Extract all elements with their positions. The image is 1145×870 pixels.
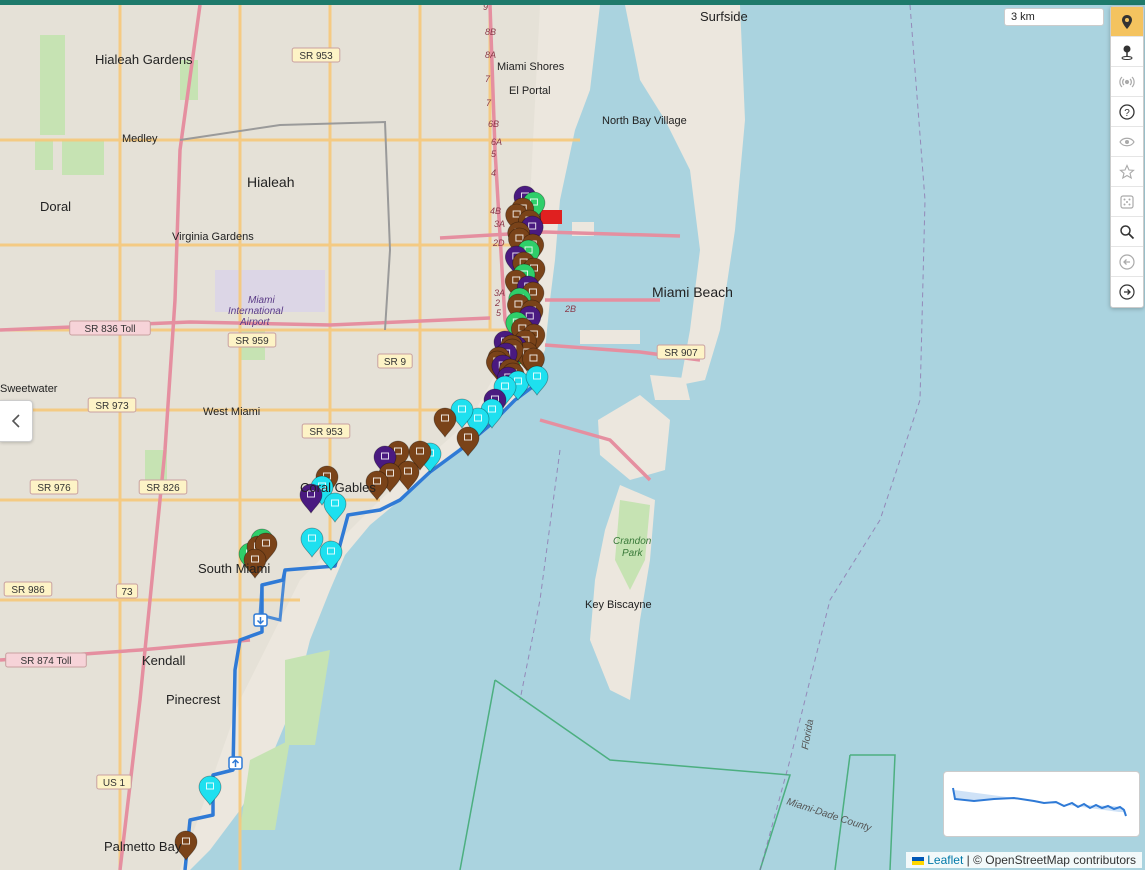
exit-label: 3A	[494, 288, 505, 298]
road-shield: SR 826	[138, 479, 188, 495]
exit-label: 8A	[485, 50, 496, 60]
svg-text:SR 959: SR 959	[235, 336, 269, 347]
scale-indicator[interactable]: 3 km	[1004, 8, 1104, 26]
place-label: Kendall	[142, 653, 185, 668]
help-icon[interactable]: ?	[1111, 97, 1143, 127]
svg-text:SR 874 Toll: SR 874 Toll	[21, 656, 72, 667]
place-label: West Miami	[203, 406, 260, 418]
eye-icon[interactable]	[1111, 127, 1143, 157]
back-icon[interactable]	[1111, 247, 1143, 277]
road-shield: SR 976	[29, 479, 79, 495]
sidebar-toggle-button[interactable]	[0, 400, 33, 442]
svg-text:SR 953: SR 953	[299, 51, 333, 62]
road-shield: SR 986	[3, 581, 53, 597]
ukraine-flag-icon	[912, 856, 925, 865]
elevation-profile-panel[interactable]	[943, 771, 1140, 837]
svg-text:SR 953: SR 953	[309, 427, 343, 438]
svg-text:?: ?	[1124, 108, 1130, 119]
svg-text:73: 73	[121, 587, 133, 598]
place-label: Palmetto Bay	[104, 839, 182, 854]
exit-label: 4B	[490, 206, 501, 216]
road-shield: SR 9	[377, 353, 413, 369]
road-shield: 73	[115, 583, 139, 599]
place-label: Miami Shores	[497, 61, 565, 73]
place-label: North Bay Village	[602, 115, 687, 127]
road-shield: SR 836 Toll	[69, 320, 151, 336]
search-icon[interactable]	[1111, 217, 1143, 247]
exit-label: 6A	[491, 137, 502, 147]
svg-text:SR 976: SR 976	[37, 483, 71, 494]
dice-icon[interactable]	[1111, 187, 1143, 217]
place-label: El Portal	[509, 85, 551, 97]
svg-text:SR 836 Toll: SR 836 Toll	[85, 324, 136, 335]
map-toolbar: ?	[1110, 6, 1144, 308]
place-label: Pinecrest	[166, 692, 221, 707]
place-label: South Miami	[198, 561, 270, 576]
map-attribution: Leaflet | © OpenStreetMap contributors	[906, 852, 1142, 868]
broadcast-icon[interactable]	[1111, 67, 1143, 97]
road-shield: SR 973	[87, 397, 137, 413]
exit-label: 4	[491, 168, 496, 178]
place-label: Surfside	[700, 9, 748, 24]
place-label: Sweetwater	[0, 383, 58, 395]
place-label: Key Biscayne	[585, 599, 652, 611]
attribution-text: | © OpenStreetMap contributors	[966, 853, 1136, 867]
pin-icon[interactable]	[1111, 37, 1143, 67]
chevron-left-icon	[11, 414, 20, 428]
leaflet-link[interactable]: Leaflet	[927, 853, 963, 867]
exit-label: 8B	[485, 27, 496, 37]
place-label: Hialeah Gardens	[95, 52, 193, 67]
route-arrow-marker	[228, 756, 243, 770]
road-shield: SR 953	[301, 423, 351, 439]
svg-text:SR 986: SR 986	[11, 585, 45, 596]
exit-label: 9	[483, 5, 488, 12]
place-label: Miami Beach	[652, 284, 733, 300]
route-arrow-marker	[253, 613, 268, 627]
exit-label: 2D	[492, 238, 505, 248]
road-shield: SR 959	[227, 332, 277, 348]
place-label: Virginia Gardens	[172, 231, 254, 243]
map-marker-icon[interactable]	[1111, 7, 1143, 37]
road-shield: SR 953	[291, 47, 341, 63]
forward-icon[interactable]	[1111, 277, 1143, 307]
svg-text:US 1: US 1	[103, 778, 126, 789]
svg-text:SR 9: SR 9	[384, 357, 407, 368]
exit-label: 2B	[564, 304, 576, 314]
svg-text:SR 973: SR 973	[95, 401, 129, 412]
fisher-island	[650, 375, 690, 400]
exit-label: 3A	[494, 219, 505, 229]
place-label: Medley	[122, 133, 158, 145]
star-icon[interactable]	[1111, 157, 1143, 187]
elevation-profile-chart	[952, 787, 1127, 817]
map-canvas[interactable]: Surfside Hialeah Gardens Miami Shores El…	[0, 5, 1145, 870]
place-label: Doral	[40, 199, 71, 214]
place-label: Hialeah	[247, 174, 294, 190]
exit-label: 2	[494, 298, 500, 308]
road-shield: SR 907	[656, 344, 706, 360]
road-shield: SR 874 Toll	[5, 652, 87, 668]
place-label: Coral Gables	[300, 480, 376, 495]
svg-text:SR 826: SR 826	[146, 483, 180, 494]
svg-text:SR 907: SR 907	[664, 348, 698, 359]
road-shield: US 1	[96, 774, 132, 790]
exit-label: 6B	[488, 119, 499, 129]
